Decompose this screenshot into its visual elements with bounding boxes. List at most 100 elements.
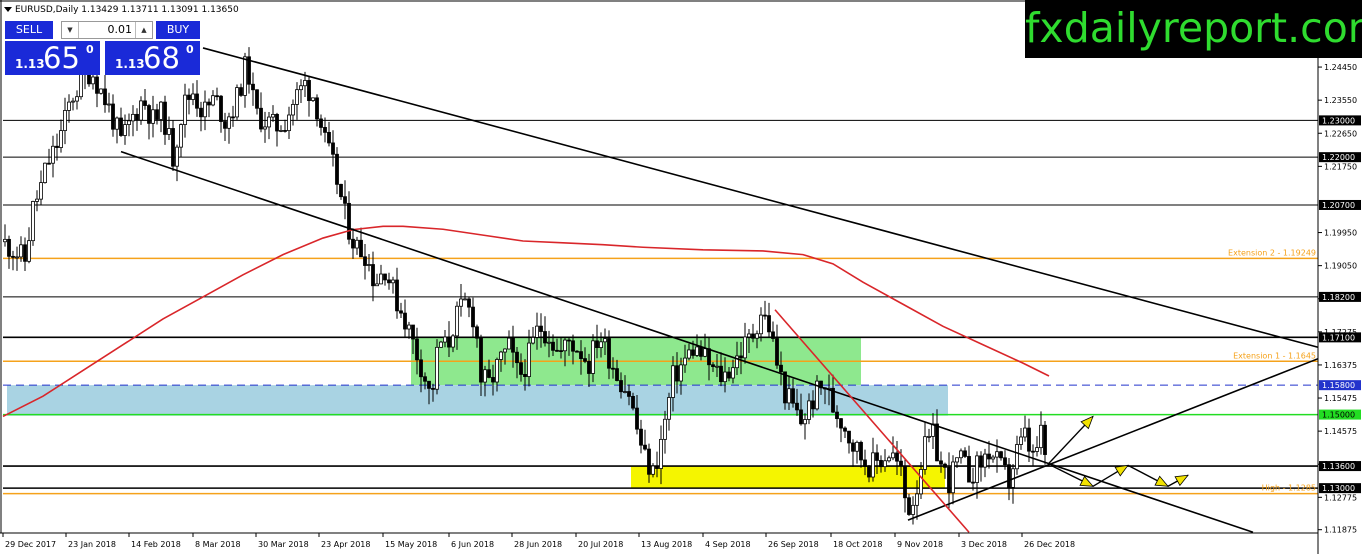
candle bbox=[195, 80, 199, 117]
candle-body bbox=[919, 469, 923, 495]
candle bbox=[179, 123, 183, 158]
candle bbox=[407, 321, 411, 339]
x-tick-label: 3 Dec 2018 bbox=[961, 540, 1007, 549]
candle bbox=[971, 467, 975, 491]
candle-body bbox=[195, 93, 199, 109]
candle bbox=[395, 267, 399, 319]
candle-body bbox=[1015, 444, 1019, 470]
candle bbox=[331, 130, 335, 167]
candle bbox=[255, 89, 259, 115]
candle-body bbox=[303, 80, 307, 87]
candle-body bbox=[27, 240, 31, 262]
candle-body bbox=[583, 358, 587, 362]
candle-body bbox=[139, 100, 143, 121]
candle-body bbox=[663, 418, 667, 440]
candle-body bbox=[339, 183, 343, 198]
forecast-arrow bbox=[1127, 464, 1169, 487]
candle-body bbox=[39, 182, 43, 200]
candle-body bbox=[719, 365, 723, 383]
candle bbox=[283, 119, 287, 133]
candle bbox=[351, 228, 355, 259]
candle-body bbox=[799, 409, 803, 425]
candle-body bbox=[111, 103, 115, 130]
candle bbox=[175, 144, 179, 182]
candle-body bbox=[371, 264, 375, 287]
candle-layer bbox=[3, 47, 1047, 525]
candle-body bbox=[839, 418, 843, 429]
chart-title: EURUSD,Daily 1.13429 1.13711 1.13091 1.1… bbox=[4, 5, 239, 15]
buy-button[interactable]: BUY bbox=[156, 21, 200, 39]
x-tick-label: 6 Jun 2018 bbox=[451, 540, 494, 549]
candle-body bbox=[811, 400, 815, 410]
candle-body bbox=[351, 238, 355, 249]
candle-body bbox=[311, 97, 315, 101]
dropdown-icon[interactable] bbox=[4, 7, 12, 12]
lot-increase-icon[interactable]: ▲ bbox=[135, 22, 152, 38]
candle-body bbox=[307, 80, 311, 101]
candle-body bbox=[263, 126, 267, 130]
candle bbox=[935, 409, 939, 462]
candle-body bbox=[807, 400, 811, 420]
candle bbox=[999, 450, 1003, 461]
candle-body bbox=[327, 131, 331, 144]
candle bbox=[103, 72, 107, 113]
candle-body bbox=[623, 391, 627, 393]
bid-price-button[interactable]: 1.13 65 0 bbox=[5, 41, 100, 75]
level-badge-label: 1.20700 bbox=[1322, 201, 1355, 210]
candle bbox=[1043, 420, 1047, 465]
candle bbox=[307, 76, 311, 117]
candle bbox=[771, 321, 775, 342]
candle-body bbox=[627, 391, 631, 397]
lot-decrease-icon[interactable]: ▼ bbox=[62, 22, 79, 38]
candle bbox=[27, 227, 31, 264]
candle-body bbox=[607, 338, 611, 369]
price-chart[interactable]: Extension 2 - 1.19249 Extension 1 - 1.164… bbox=[0, 0, 1362, 554]
candle-body bbox=[503, 348, 507, 353]
candle-body bbox=[963, 450, 967, 457]
y-tick-label: 1.24450 bbox=[1324, 63, 1357, 72]
candle-body bbox=[595, 340, 599, 348]
forecast-arrow bbox=[1092, 464, 1129, 487]
candle bbox=[1023, 415, 1027, 442]
candle bbox=[343, 180, 347, 220]
y-tick-label: 1.19050 bbox=[1324, 262, 1357, 271]
lot-size-value[interactable]: 0.01 bbox=[78, 22, 136, 38]
candle-body bbox=[903, 465, 907, 499]
candle bbox=[903, 458, 907, 513]
candle-body bbox=[135, 113, 139, 121]
candle-body bbox=[659, 438, 663, 469]
candle bbox=[231, 105, 235, 127]
candle bbox=[911, 496, 915, 525]
candle-body bbox=[1003, 457, 1007, 466]
candle-body bbox=[379, 273, 383, 285]
candle-body bbox=[147, 105, 151, 124]
candle-body bbox=[579, 351, 583, 359]
candle-body bbox=[679, 364, 683, 382]
candle bbox=[215, 87, 219, 101]
candle bbox=[187, 88, 191, 115]
candle bbox=[171, 120, 175, 171]
sell-button[interactable]: SELL bbox=[5, 21, 53, 39]
candle-body bbox=[399, 310, 403, 314]
candle-body bbox=[651, 465, 655, 475]
candle-body bbox=[163, 101, 167, 135]
ask-prefix: 1.13 bbox=[115, 57, 145, 71]
candle bbox=[379, 264, 383, 285]
candle-body bbox=[655, 465, 659, 469]
candle bbox=[347, 191, 351, 245]
candle-body bbox=[675, 365, 679, 382]
ask-price-button[interactable]: 1.13 68 0 bbox=[105, 41, 200, 75]
candle bbox=[63, 97, 67, 145]
candle bbox=[1039, 411, 1043, 455]
candle-body bbox=[103, 88, 107, 106]
candle bbox=[35, 190, 39, 212]
candle bbox=[295, 82, 299, 120]
candle-body bbox=[467, 298, 471, 308]
lot-size-field[interactable]: ▼ 0.01 ▲ bbox=[61, 21, 153, 39]
x-tick-label: 18 Oct 2018 bbox=[833, 540, 882, 549]
candle bbox=[667, 392, 671, 431]
candle-body bbox=[235, 87, 239, 118]
candle-body bbox=[423, 376, 427, 382]
candle bbox=[1035, 436, 1039, 457]
candle-body bbox=[483, 369, 487, 383]
